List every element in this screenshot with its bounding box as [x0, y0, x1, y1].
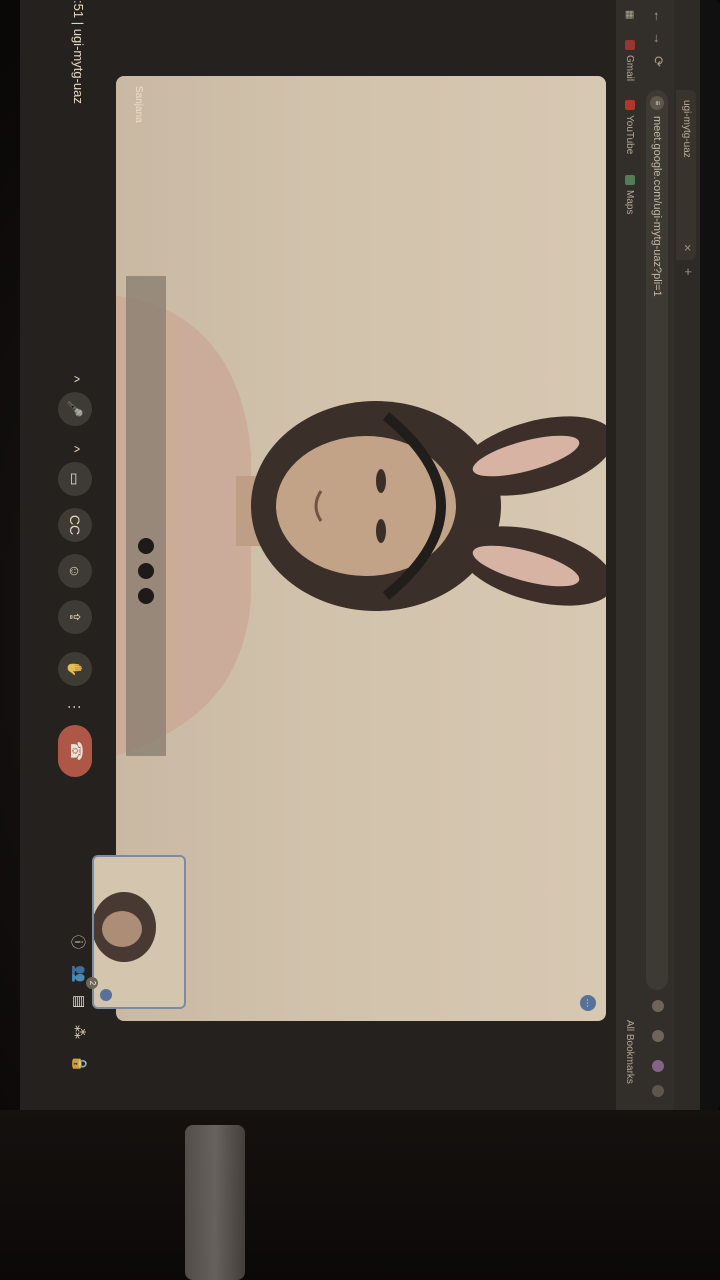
browser-tab[interactable]: ugi-mytg-uaz ✕	[676, 90, 696, 260]
site-info-icon[interactable]: ≡	[650, 96, 664, 110]
monitor-screen: ugi-mytg-uaz ✕ + ← → ⟳ ≡ meet.google.com…	[20, 0, 700, 1110]
extension-icon[interactable]	[652, 1030, 664, 1042]
activities-icon[interactable]: ⁂	[71, 1025, 88, 1039]
gmail-icon	[624, 40, 635, 50]
people-count-badge: 2	[86, 977, 98, 989]
all-bookmarks[interactable]: All Bookmarks	[624, 1020, 635, 1084]
meeting-code: ugi-mytg-uaz	[71, 28, 86, 104]
bookmark-youtube[interactable]: YouTube	[624, 100, 635, 154]
chat-icon[interactable]: ▤	[71, 995, 88, 1008]
camera-options-chevron-icon[interactable]: ^	[58, 440, 92, 458]
participant-video	[116, 276, 606, 756]
mic-button[interactable]: 🎤	[58, 392, 92, 426]
address-bar[interactable]: ≡ meet.google.com/ugi-mytg-uaz?pli=1	[646, 90, 668, 990]
meet-area: Sanjana ⋯ :51 | ugi-mytg-uaz ^ 🎤 ^ ▭ CC …	[20, 0, 616, 1110]
self-view-video	[92, 892, 156, 962]
camera-button[interactable]: ▭	[58, 462, 92, 496]
self-view-tile[interactable]	[92, 855, 186, 1009]
maps-icon	[624, 175, 635, 185]
bookmarks-bar: ▦ Gmail YouTube Maps All Bookmarks	[616, 0, 640, 1110]
url-text: meet.google.com/ugi-mytg-uaz?pli=1	[651, 116, 663, 297]
tab-title: ugi-mytg-uaz	[681, 100, 692, 158]
tab-close-icon[interactable]: ✕	[676, 244, 696, 252]
youtube-icon	[624, 100, 635, 110]
participant-name: Sanjana	[133, 86, 144, 123]
forward-button[interactable]: →	[651, 32, 666, 45]
apps-grid-icon[interactable]: ▦	[624, 10, 635, 19]
meeting-info-icon[interactable]: ⓘ	[68, 935, 88, 949]
host-controls-lock-icon[interactable]: 🔒	[71, 1055, 88, 1072]
separator: |	[71, 21, 86, 26]
captions-button[interactable]: CC	[58, 508, 92, 542]
mic-options-chevron-icon[interactable]: ^	[58, 370, 92, 388]
meet-control-bar: :51 | ugi-mytg-uaz ^ 🎤 ^ ▭ CC ☺ ⇪ ✋ ⋮ ☎ …	[20, 0, 106, 1110]
desk-surface	[0, 1110, 720, 1280]
tile-more-options-icon[interactable]: ⋯	[580, 995, 596, 1011]
star-icon[interactable]	[652, 1000, 664, 1012]
browser-tab-bar: ugi-mytg-uaz ✕ +	[674, 0, 700, 1110]
reload-button[interactable]: ⟳	[650, 56, 666, 67]
photo-background: ugi-mytg-uaz ✕ + ← → ⟳ ≡ meet.google.com…	[0, 0, 720, 1280]
meeting-details: :51 | ugi-mytg-uaz	[71, 0, 86, 104]
emoji-reaction-button[interactable]: ☺	[58, 554, 92, 588]
browser-toolbar: ← → ⟳ ≡ meet.google.com/ugi-mytg-uaz?pli…	[640, 0, 674, 1110]
more-options-button[interactable]: ⋮	[58, 698, 92, 716]
present-button[interactable]: ⇪	[58, 600, 92, 634]
raise-hand-button[interactable]: ✋	[58, 652, 92, 686]
profile-avatar[interactable]	[652, 1060, 664, 1072]
meeting-time: :51	[71, 0, 86, 19]
bookmark-maps[interactable]: Maps	[624, 175, 635, 214]
back-button[interactable]: ←	[651, 10, 666, 23]
menu-icon[interactable]	[652, 1085, 664, 1097]
new-tab-button[interactable]: +	[681, 268, 696, 276]
fabric-object	[185, 1125, 245, 1280]
bookmark-gmail[interactable]: Gmail	[624, 40, 635, 81]
main-video-tile: Sanjana ⋯	[116, 76, 606, 1021]
end-call-button[interactable]: ☎	[58, 725, 92, 777]
